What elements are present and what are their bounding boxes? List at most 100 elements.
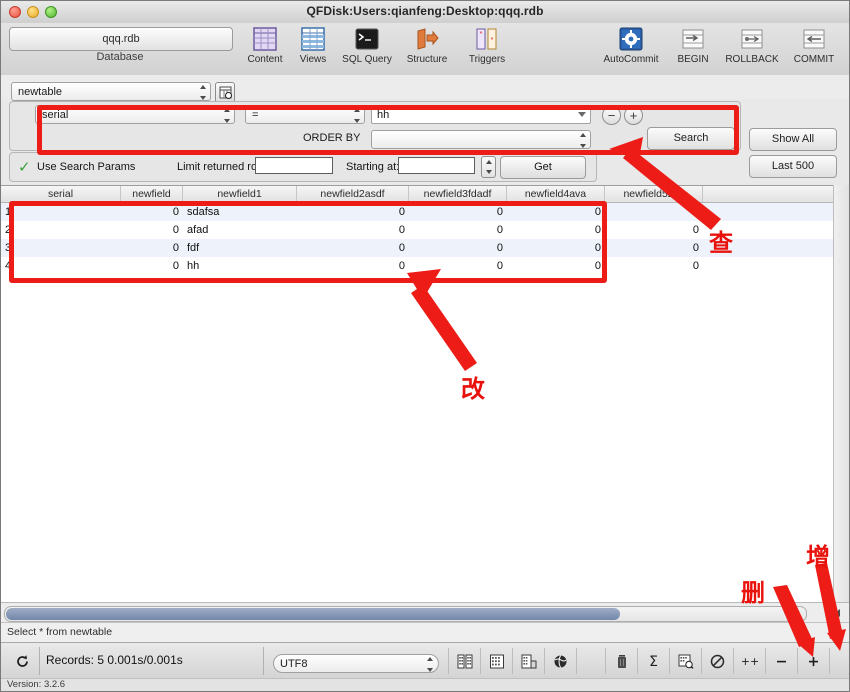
toolbar-item-triggers[interactable]: * * Triggers: [457, 25, 517, 65]
table-cell[interactable]: 0: [507, 257, 605, 275]
add-search-row-button[interactable]: +: [624, 106, 643, 125]
toolbar-label-commit: COMMIT: [793, 54, 835, 65]
table-row[interactable]: 4 0 hh 0 0 0 0: [1, 257, 849, 275]
table-cell[interactable]: 0: [605, 257, 703, 275]
get-button[interactable]: Get: [500, 156, 586, 179]
database-name-field[interactable]: qqq.rdb: [9, 27, 233, 51]
gear-icon: [618, 25, 644, 53]
chevron-down-icon[interactable]: [578, 112, 586, 117]
table-search-button[interactable]: [670, 648, 702, 674]
show-all-button[interactable]: Show All: [749, 128, 837, 151]
hscroll-left-button[interactable]: [829, 606, 845, 620]
hscroll-thumb[interactable]: [6, 608, 620, 620]
toolbar-item-content[interactable]: Content: [241, 25, 289, 65]
chevron-updown-icon: [352, 108, 361, 123]
table-cell[interactable]: hh: [183, 257, 297, 275]
table-select[interactable]: newtable: [11, 82, 211, 101]
toolbar-item-sql-query[interactable]: SQL Query: [337, 25, 397, 65]
grid-column-header[interactable]: newfield1: [183, 186, 297, 202]
duplicate-row-button[interactable]: ++: [734, 648, 766, 674]
table-full-button[interactable]: [481, 648, 513, 674]
svg-text:*: *: [480, 31, 483, 38]
table-cell[interactable]: 0: [297, 257, 409, 275]
encoding-select[interactable]: UTF8: [273, 654, 439, 673]
svg-text:++: ++: [742, 655, 758, 668]
add-row-icon: [809, 656, 818, 666]
table-cell[interactable]: 0: [121, 257, 183, 275]
search-button[interactable]: Search: [647, 127, 735, 150]
table-cell[interactable]: fdf: [183, 239, 297, 257]
grid-column-header[interactable]: newfield5zzz: [605, 186, 703, 202]
table-cell[interactable]: afad: [183, 221, 297, 239]
table-cell[interactable]: 0: [409, 203, 507, 221]
use-search-params-checkbox[interactable]: ✓: [18, 158, 31, 176]
table-cell[interactable]: 0: [121, 239, 183, 257]
table-row[interactable]: 1 0 sdafsa 0 0 0 0: [1, 203, 849, 221]
table-cell[interactable]: 0: [507, 239, 605, 257]
refresh-icon: [16, 654, 28, 667]
starting-at-stepper[interactable]: [481, 156, 496, 178]
table-cell[interactable]: 0: [409, 239, 507, 257]
chevron-updown-icon: [198, 85, 207, 100]
grid-column-header[interactable]: newfield4ava: [507, 186, 605, 202]
remove-row-button[interactable]: [766, 648, 798, 674]
vertical-scrollbar[interactable]: [833, 185, 849, 603]
table-cell[interactable]: 0: [297, 203, 409, 221]
table-cell[interactable]: 0: [605, 239, 703, 257]
table-cell[interactable]: 0: [121, 203, 183, 221]
table-cell[interactable]: 0: [297, 239, 409, 257]
begin-icon: [680, 25, 706, 53]
svg-text:*: *: [491, 37, 494, 44]
limit-rows-input[interactable]: [255, 157, 333, 174]
table-columns-button[interactable]: [448, 648, 481, 674]
toolbar-label-autocommit: AutoCommit: [603, 54, 659, 65]
no-entry-button[interactable]: [702, 648, 734, 674]
toolbar-item-rollback[interactable]: ROLLBACK: [719, 25, 785, 65]
refresh-button[interactable]: [11, 651, 33, 671]
last-500-button[interactable]: Last 500: [749, 155, 837, 178]
remove-row-icon: [777, 660, 786, 662]
toolbar-item-structure[interactable]: Structure: [397, 25, 457, 65]
annotation-char-add: 增: [806, 543, 830, 571]
table-cell[interactable]: 2: [1, 221, 121, 239]
table-chart-button[interactable]: [513, 648, 545, 674]
table-cell[interactable]: 0: [507, 203, 605, 221]
starting-at-input[interactable]: [398, 157, 475, 174]
rollback-icon: [739, 25, 765, 53]
search-value-input[interactable]: hh: [371, 105, 591, 124]
table-cell[interactable]: 0: [507, 221, 605, 239]
grid-column-header[interactable]: newfield2asdf: [297, 186, 409, 202]
trash-button[interactable]: [606, 648, 638, 674]
remove-search-row-button[interactable]: −: [602, 106, 621, 125]
table-cell[interactable]: 3: [1, 239, 121, 257]
grid-column-header[interactable]: serial: [1, 186, 121, 202]
table-refresh-button[interactable]: [215, 82, 235, 103]
horizontal-scrollbar[interactable]: [1, 602, 849, 623]
table-cell[interactable]: 0: [409, 257, 507, 275]
toolbar-item-commit[interactable]: COMMIT: [785, 25, 843, 65]
table-cell[interactable]: 0: [409, 221, 507, 239]
toolbar-item-autocommit[interactable]: AutoCommit: [595, 25, 667, 65]
table-cell[interactable]: sdafsa: [183, 203, 297, 221]
search-field-select[interactable]: serial: [35, 105, 235, 124]
toolbar-item-begin[interactable]: BEGIN: [667, 25, 719, 65]
add-row-button[interactable]: [798, 648, 830, 674]
table-cell[interactable]: 0: [605, 203, 703, 221]
table-cell[interactable]: 0: [605, 221, 703, 239]
grid-column-header[interactable]: newfield3fdadf: [409, 186, 507, 202]
table-cell[interactable]: 0: [121, 221, 183, 239]
grid-column-header[interactable]: newfield: [121, 186, 183, 202]
sum-button[interactable]: Σ: [638, 648, 670, 674]
grid-header-row[interactable]: serial newfield newfield1 newfield2asdf newf…: [1, 186, 849, 203]
toolbar-item-views[interactable]: Views: [289, 25, 337, 65]
application-window: QFDisk:Users:qianfeng:Desktop:qqq.rdb qq…: [0, 0, 850, 692]
globe-button[interactable]: [545, 648, 577, 674]
search-operator-select[interactable]: =: [245, 105, 365, 124]
triggers-icon: * *: [474, 25, 500, 53]
hscroll-track[interactable]: [4, 606, 807, 622]
svg-text:Σ: Σ: [649, 654, 658, 669]
table-cell[interactable]: 1: [1, 203, 121, 221]
table-cell[interactable]: 4: [1, 257, 121, 275]
order-by-select[interactable]: [371, 130, 591, 149]
table-cell[interactable]: 0: [297, 221, 409, 239]
